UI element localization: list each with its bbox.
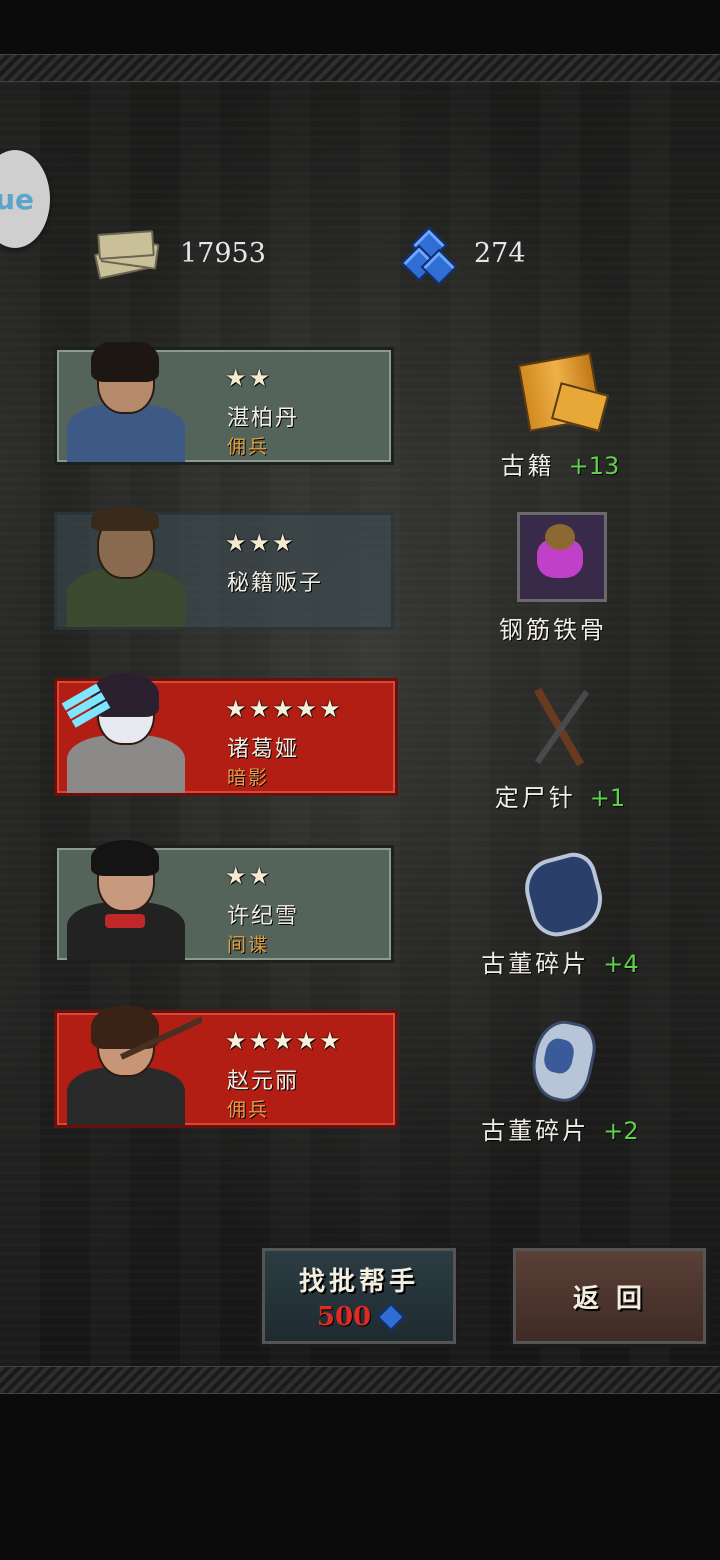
reward-label: 古董碎片	[481, 950, 590, 978]
recruit-class: 佣兵	[227, 436, 270, 458]
cash-stack-icon	[92, 226, 160, 280]
needles-icon	[515, 680, 605, 770]
recruit-class: 暗影	[227, 767, 270, 789]
scroll-icon	[515, 348, 610, 438]
recruit-card-1[interactable]: ★★ 湛柏丹 佣兵	[54, 342, 394, 465]
character-portrait	[57, 1005, 202, 1125]
reward-label: 定尸针	[494, 784, 576, 812]
skill-book-icon	[515, 512, 607, 602]
cash-value: 17953	[180, 237, 266, 269]
recruit-name: 秘籍贩子	[227, 571, 324, 596]
reward-label: 古董碎片	[481, 1117, 590, 1145]
reward-bonus: +1	[589, 784, 626, 812]
top-border	[0, 54, 720, 82]
reward-label: 钢筋铁骨	[499, 616, 607, 644]
reward-item-1: 古籍 +13	[460, 348, 660, 481]
character-portrait	[57, 507, 202, 627]
character-portrait	[57, 840, 202, 960]
recruit-name: 赵元丽	[227, 1069, 300, 1094]
find-helper-label: 找批帮手	[298, 1266, 419, 1297]
bottom-border	[0, 1366, 720, 1394]
star-rating: ★★★★★	[225, 695, 343, 723]
recruit-name: 许纪雪	[227, 904, 300, 929]
character-portrait	[57, 673, 202, 793]
reward-item-3: 定尸针 +1	[460, 680, 660, 813]
character-portrait	[57, 342, 202, 462]
gem-value: 274	[474, 237, 526, 269]
star-rating: ★★★★★	[225, 1027, 343, 1055]
reward-item-5: 古董碎片 +2	[460, 1013, 660, 1146]
recruit-name: 诸葛娅	[227, 737, 300, 762]
blue-gem-icon	[376, 1302, 406, 1331]
blue-gem-icon	[400, 226, 458, 286]
gem-display: 274	[400, 225, 526, 286]
star-rating: ★★	[225, 862, 273, 890]
recruit-name: 湛柏丹	[227, 406, 300, 431]
reward-item-4: 古董碎片 +4	[460, 846, 660, 979]
reward-item-2: 钢筋铁骨	[460, 512, 660, 645]
star-rating: ★★	[225, 364, 273, 392]
porcelain-shard-icon	[515, 846, 610, 943]
recruit-class: 间谍	[227, 934, 270, 956]
star-rating: ★★★	[225, 529, 296, 557]
porcelain-shard-icon	[515, 1013, 605, 1107]
back-button[interactable]: 返 回	[510, 1245, 709, 1347]
find-helper-cost: 500	[316, 1301, 372, 1332]
reward-bonus: +4	[603, 950, 639, 978]
recruit-card-4[interactable]: ★★ 许纪雪 间谍	[54, 840, 394, 963]
reward-bonus: +2	[603, 1117, 639, 1145]
floating-button-label: ue	[0, 182, 34, 216]
back-label: 返 回	[572, 1283, 647, 1314]
recruit-class: 佣兵	[227, 1099, 270, 1121]
recruit-card-5[interactable]: ★★★★★ 赵元丽 佣兵	[54, 1005, 398, 1128]
cash-display: 17953	[92, 225, 266, 281]
reward-label: 古籍	[500, 452, 555, 480]
reward-bonus: +13	[568, 452, 620, 480]
recruit-card-3[interactable]: ★★★★★ 诸葛娅 暗影	[54, 673, 398, 796]
recruit-card-2[interactable]: ★★★ 秘籍贩子	[54, 507, 394, 630]
find-helper-button[interactable]: 找批帮手 500	[259, 1245, 459, 1347]
